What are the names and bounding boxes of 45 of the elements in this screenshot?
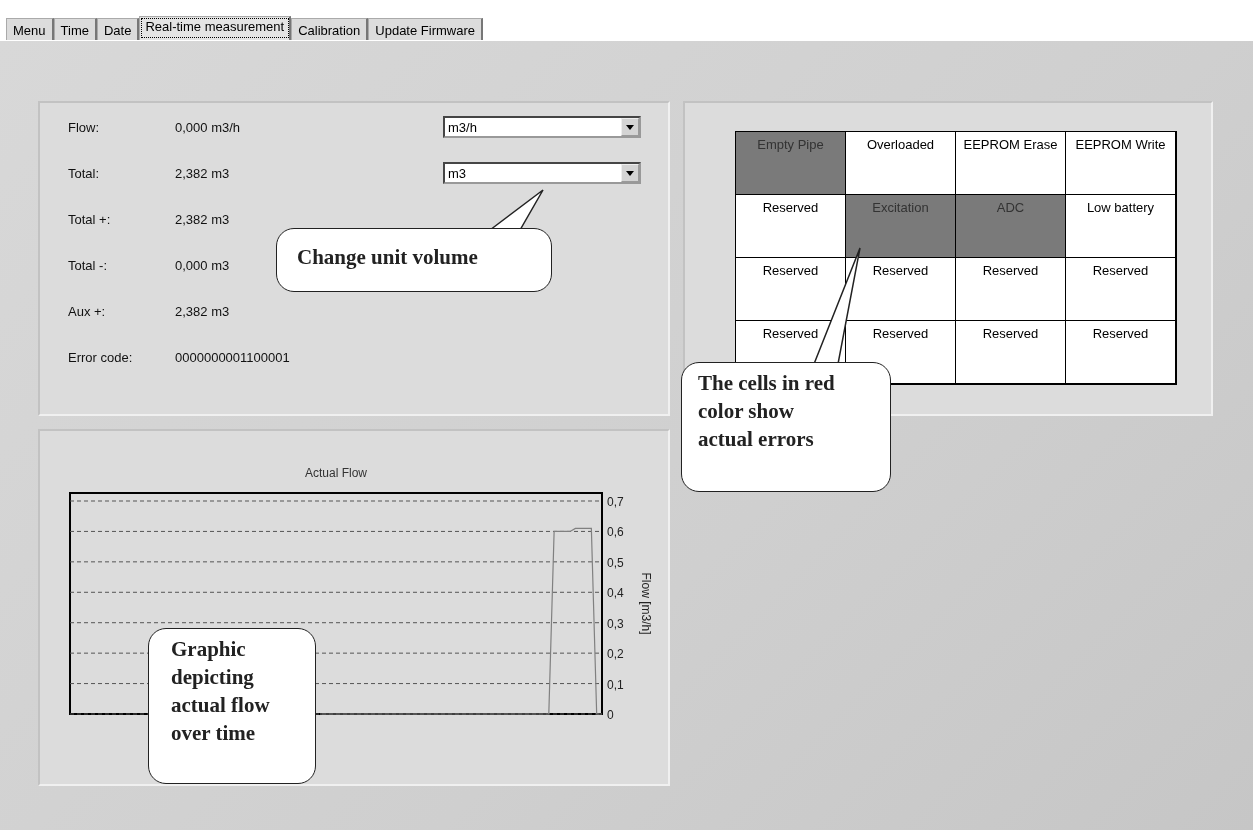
- y-tick-label: 0,5: [607, 555, 624, 570]
- field-value: 2,382 m3: [175, 303, 230, 319]
- y-tick-label: 0,4: [607, 586, 624, 601]
- field-label: Aux +:: [68, 303, 106, 319]
- tab[interactable]: Date: [96, 18, 140, 40]
- callout: Graphic depicting actual flow over time: [148, 628, 316, 784]
- status-cell: Excitation: [845, 194, 956, 258]
- status-cell: Reserved: [955, 320, 1066, 384]
- unit-dropdown[interactable]: m3/h: [443, 116, 641, 138]
- tab[interactable]: Time: [53, 18, 97, 40]
- y-tick-label: 0: [607, 708, 614, 722]
- tab[interactable]: Menu: [6, 18, 54, 40]
- y-tick-label: 0,6: [607, 525, 624, 540]
- field-value: 0000000001100001: [175, 349, 290, 365]
- status-cell: EEPROM Write: [1065, 131, 1176, 195]
- chart-title: Actual Flow: [305, 466, 367, 480]
- field-label: Error code:: [68, 349, 133, 365]
- field-label: Flow:: [68, 119, 100, 135]
- field-label: Total +:: [68, 211, 111, 227]
- unit-dropdown[interactable]: m3: [443, 162, 641, 184]
- y-tick-label: 0,3: [607, 616, 624, 631]
- field-value: 2,382 m3: [175, 165, 230, 181]
- y-tick-label: 0,7: [607, 495, 624, 509]
- callout: The cells in red color show actual errors: [681, 362, 891, 492]
- tab[interactable]: Calibration: [291, 18, 369, 40]
- y-tick-label: 0,2: [607, 647, 624, 662]
- status-cell: Reserved: [955, 257, 1066, 321]
- tab[interactable]: Real-time measurement: [139, 16, 292, 40]
- status-cell: Reserved: [735, 257, 846, 321]
- field-label: Total -:: [68, 257, 107, 273]
- status-cell: ADC: [955, 194, 1066, 258]
- axis-label: Flow [m3/h]: [639, 572, 653, 635]
- status-cell: Reserved: [1065, 320, 1176, 384]
- field-value: 0,000 m3: [175, 257, 230, 273]
- y-tick-label: 0,1: [607, 677, 624, 692]
- status-cell: Empty Pipe: [735, 131, 846, 195]
- status-cell: EEPROM Erase: [955, 131, 1066, 195]
- tab[interactable]: Update Firmware: [368, 18, 483, 40]
- status-cell: Overloaded: [845, 131, 956, 195]
- status-cell: Reserved: [1065, 257, 1176, 321]
- status-cell: Low battery: [1065, 194, 1176, 258]
- field-label: Total:: [68, 165, 100, 181]
- field-value: 0,000 m3/h: [175, 119, 241, 135]
- status-cell: Reserved: [735, 194, 846, 258]
- field-value: 2,382 m3: [175, 211, 230, 227]
